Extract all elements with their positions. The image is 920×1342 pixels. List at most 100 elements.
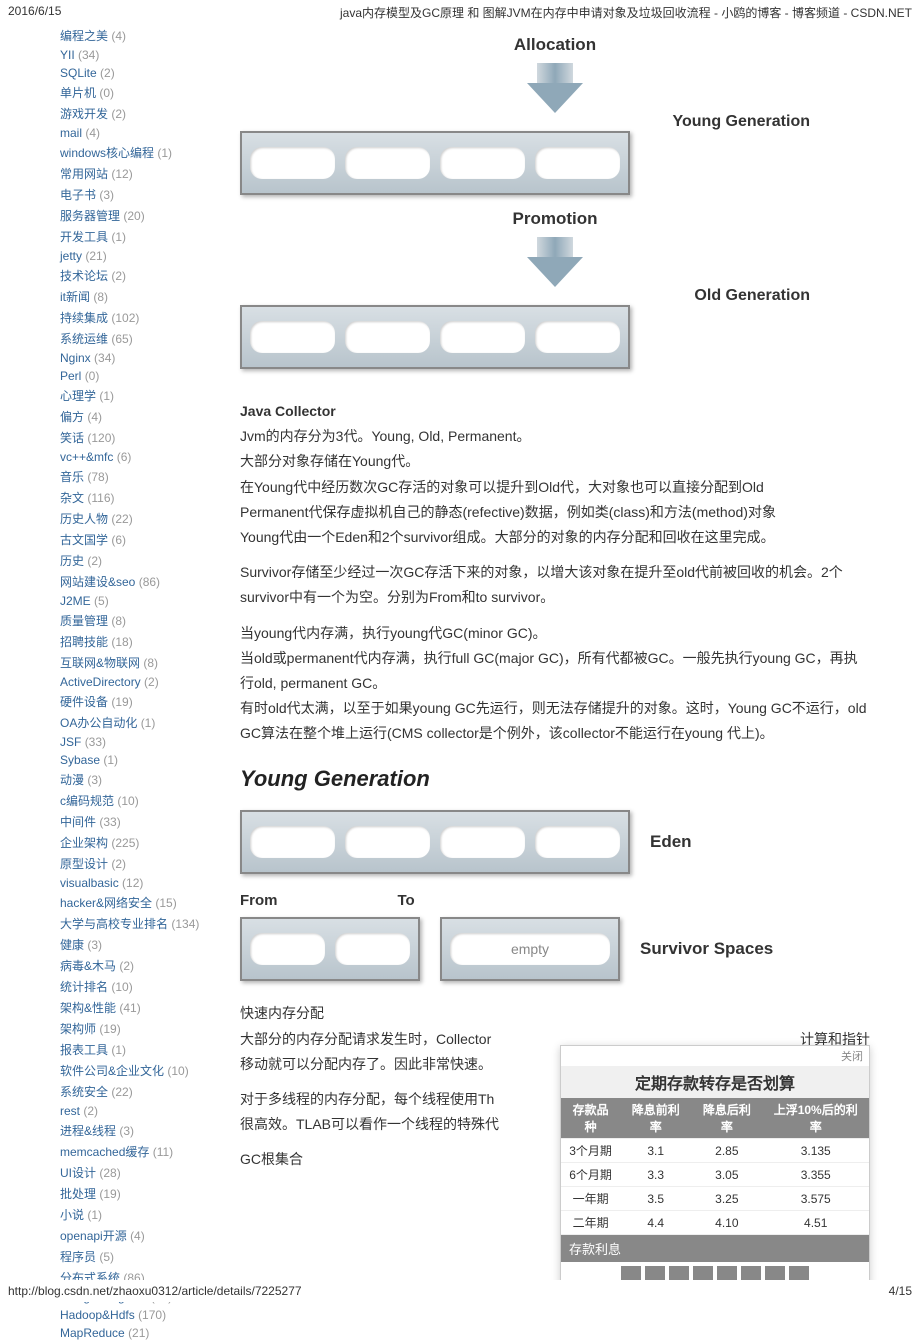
- category-link[interactable]: 持续集成: [60, 311, 108, 325]
- category-link[interactable]: 程序员: [60, 1250, 96, 1264]
- sidebar-category-item[interactable]: 编程之美 (4): [60, 25, 215, 46]
- sidebar-category-item[interactable]: 原型设计 (2): [60, 853, 215, 874]
- sidebar-category-item[interactable]: 单片机 (0): [60, 82, 215, 103]
- sidebar-category-item[interactable]: 常用网站 (12): [60, 163, 215, 184]
- category-link[interactable]: 笑话: [60, 431, 84, 445]
- category-link[interactable]: 音乐: [60, 470, 84, 484]
- category-link[interactable]: 杂文: [60, 491, 84, 505]
- sidebar-category-item[interactable]: 架构&性能 (41): [60, 997, 215, 1018]
- sidebar-category-item[interactable]: 大学与高校专业排名 (134): [60, 913, 215, 934]
- sidebar-category-item[interactable]: MapReduce (21): [60, 1324, 215, 1342]
- sidebar-category-item[interactable]: windows核心编程 (1): [60, 142, 215, 163]
- sidebar-category-item[interactable]: 程序员 (5): [60, 1246, 215, 1267]
- sidebar-category-item[interactable]: JSF (33): [60, 733, 215, 751]
- sidebar-category-item[interactable]: 服务器管理 (20): [60, 205, 215, 226]
- category-link[interactable]: mail: [60, 126, 82, 140]
- sidebar-category-item[interactable]: mail (4): [60, 124, 215, 142]
- sidebar-category-item[interactable]: 系统运维 (65): [60, 328, 215, 349]
- sidebar-category-item[interactable]: 互联网&物联网 (8): [60, 652, 215, 673]
- popup-close-button[interactable]: 关闭: [561, 1046, 869, 1066]
- category-link[interactable]: 招聘技能: [60, 635, 108, 649]
- sidebar-category-item[interactable]: 病毒&木马 (2): [60, 955, 215, 976]
- sidebar-category-item[interactable]: 杂文 (116): [60, 487, 215, 508]
- sidebar-category-item[interactable]: 历史人物 (22): [60, 508, 215, 529]
- sidebar-category-item[interactable]: 心理学 (1): [60, 385, 215, 406]
- sidebar-category-item[interactable]: 笑话 (120): [60, 427, 215, 448]
- category-link[interactable]: 质量管理: [60, 614, 108, 628]
- sidebar-category-item[interactable]: 质量管理 (8): [60, 610, 215, 631]
- category-link[interactable]: 进程&线程: [60, 1124, 116, 1138]
- category-link[interactable]: YII: [60, 48, 75, 62]
- category-link[interactable]: 历史: [60, 554, 84, 568]
- sidebar-category-item[interactable]: 硬件设备 (19): [60, 691, 215, 712]
- sidebar-category-item[interactable]: OA办公自动化 (1): [60, 712, 215, 733]
- category-link[interactable]: visualbasic: [60, 876, 119, 890]
- category-link[interactable]: 动漫: [60, 773, 84, 787]
- category-link[interactable]: 古文国学: [60, 533, 108, 547]
- sidebar-category-item[interactable]: 持续集成 (102): [60, 307, 215, 328]
- category-link[interactable]: ActiveDirectory: [60, 675, 141, 689]
- category-link[interactable]: Sybase: [60, 753, 100, 767]
- sidebar-category-item[interactable]: 报表工具 (1): [60, 1039, 215, 1060]
- category-link[interactable]: Hadoop&Hdfs: [60, 1308, 135, 1322]
- category-link[interactable]: 开发工具: [60, 230, 108, 244]
- sidebar-category-item[interactable]: 中间件 (33): [60, 811, 215, 832]
- category-link[interactable]: OA办公自动化: [60, 716, 137, 730]
- category-link[interactable]: 游戏开发: [60, 107, 108, 121]
- category-link[interactable]: 系统安全: [60, 1085, 108, 1099]
- sidebar-category-item[interactable]: memcached缓存 (11): [60, 1141, 215, 1162]
- sidebar-category-item[interactable]: 软件公司&企业文化 (10): [60, 1060, 215, 1081]
- sidebar-category-item[interactable]: it新闻 (8): [60, 286, 215, 307]
- category-link[interactable]: 电子书: [60, 188, 96, 202]
- category-link[interactable]: 原型设计: [60, 857, 108, 871]
- category-link[interactable]: 企业架构: [60, 836, 108, 850]
- sidebar-category-item[interactable]: UI设计 (28): [60, 1162, 215, 1183]
- sidebar-category-item[interactable]: 小说 (1): [60, 1204, 215, 1225]
- category-link[interactable]: MapReduce: [60, 1326, 125, 1340]
- sidebar-category-item[interactable]: Hadoop&Hdfs (170): [60, 1306, 215, 1324]
- sidebar-category-item[interactable]: 统计排名 (10): [60, 976, 215, 997]
- category-link[interactable]: SQLite: [60, 66, 97, 80]
- category-link[interactable]: 心理学: [60, 389, 96, 403]
- category-link[interactable]: 偏方: [60, 410, 84, 424]
- sidebar-category-item[interactable]: Perl (0): [60, 367, 215, 385]
- sidebar-category-item[interactable]: Sybase (1): [60, 751, 215, 769]
- category-link[interactable]: it新闻: [60, 290, 90, 304]
- sidebar-category-item[interactable]: ActiveDirectory (2): [60, 673, 215, 691]
- sidebar-category-item[interactable]: 架构师 (19): [60, 1018, 215, 1039]
- category-link[interactable]: 报表工具: [60, 1043, 108, 1057]
- sidebar-category-item[interactable]: vc++&mfc (6): [60, 448, 215, 466]
- category-link[interactable]: 硬件设备: [60, 695, 108, 709]
- category-link[interactable]: 批处理: [60, 1187, 96, 1201]
- category-link[interactable]: 系统运维: [60, 332, 108, 346]
- category-link[interactable]: 病毒&木马: [60, 959, 116, 973]
- sidebar-category-item[interactable]: jetty (21): [60, 247, 215, 265]
- category-link[interactable]: rest: [60, 1104, 80, 1118]
- category-link[interactable]: c编码规范: [60, 794, 114, 808]
- category-link[interactable]: windows核心编程: [60, 146, 154, 160]
- category-link[interactable]: openapi开源: [60, 1229, 127, 1243]
- sidebar-category-item[interactable]: openapi开源 (4): [60, 1225, 215, 1246]
- sidebar-category-item[interactable]: 古文国学 (6): [60, 529, 215, 550]
- sidebar-category-item[interactable]: c编码规范 (10): [60, 790, 215, 811]
- sidebar-category-item[interactable]: YII (34): [60, 46, 215, 64]
- category-link[interactable]: JSF: [60, 735, 81, 749]
- sidebar-category-item[interactable]: 批处理 (19): [60, 1183, 215, 1204]
- sidebar-category-item[interactable]: 招聘技能 (18): [60, 631, 215, 652]
- sidebar-category-item[interactable]: 进程&线程 (3): [60, 1120, 215, 1141]
- category-link[interactable]: 架构&性能: [60, 1001, 116, 1015]
- category-link[interactable]: memcached缓存: [60, 1145, 149, 1159]
- category-link[interactable]: Nginx: [60, 351, 91, 365]
- sidebar-category-item[interactable]: 游戏开发 (2): [60, 103, 215, 124]
- category-link[interactable]: hacker&网络安全: [60, 896, 152, 910]
- category-link[interactable]: 健康: [60, 938, 84, 952]
- category-link[interactable]: 历史人物: [60, 512, 108, 526]
- category-link[interactable]: J2ME: [60, 594, 91, 608]
- category-link[interactable]: 网站建设&seo: [60, 575, 135, 589]
- sidebar-category-item[interactable]: 历史 (2): [60, 550, 215, 571]
- sidebar-category-item[interactable]: Nginx (34): [60, 349, 215, 367]
- sidebar-category-item[interactable]: 偏方 (4): [60, 406, 215, 427]
- sidebar-category-item[interactable]: rest (2): [60, 1102, 215, 1120]
- sidebar-category-item[interactable]: SQLite (2): [60, 64, 215, 82]
- sidebar-category-item[interactable]: 系统安全 (22): [60, 1081, 215, 1102]
